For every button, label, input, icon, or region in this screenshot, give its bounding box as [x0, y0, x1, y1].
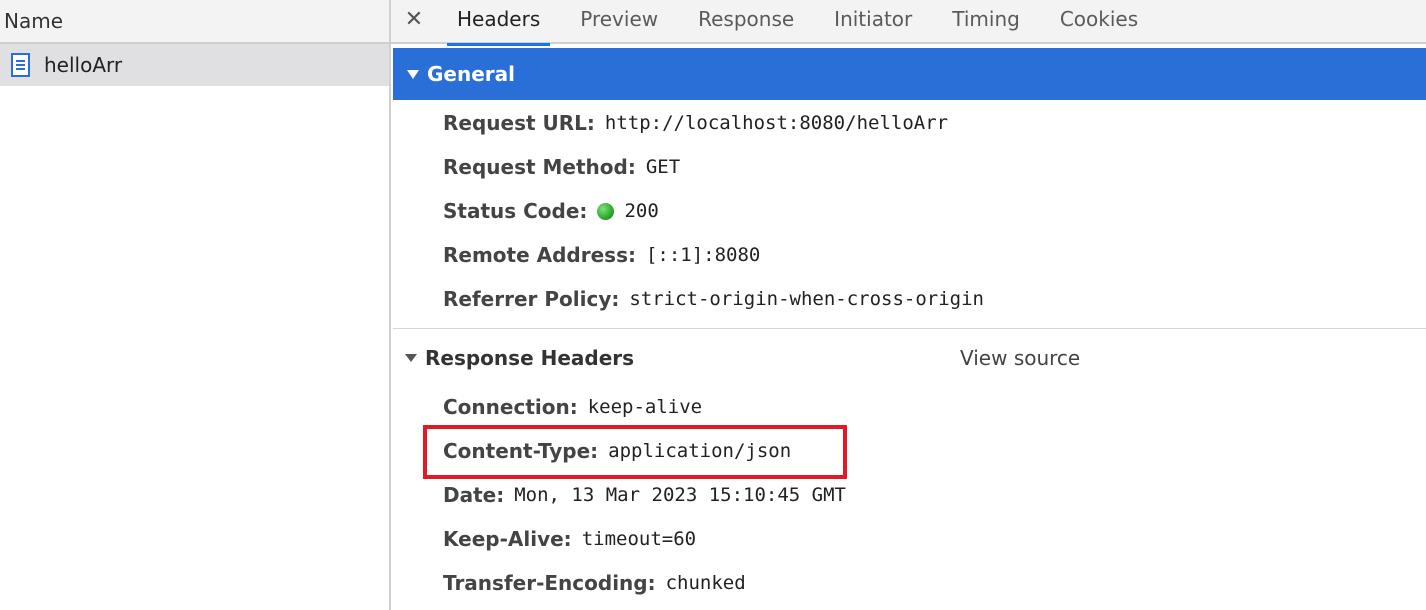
document-icon	[10, 52, 32, 78]
content-type-highlight-box	[423, 425, 847, 479]
expand-triangle-icon	[405, 354, 417, 362]
tab-cookies[interactable]: Cookies	[1040, 0, 1158, 42]
response-headers-title: Response Headers	[425, 346, 635, 370]
general-section-title: General	[427, 62, 515, 86]
header-row-referrer-policy: Referrer Policy: strict-origin-when-cros…	[443, 287, 984, 311]
header-row-request-method: Request Method: GET	[443, 155, 681, 179]
details-tabbar: ✕ Headers Preview Response Initiator Tim…	[391, 0, 1426, 46]
view-source-link[interactable]: View source	[960, 336, 1080, 380]
tab-response[interactable]: Response	[678, 0, 814, 42]
request-list-panel: Name helloArr	[0, 0, 391, 610]
general-section-header[interactable]: General	[393, 48, 1426, 100]
tab-initiator[interactable]: Initiator	[814, 0, 932, 42]
header-row-keep-alive: Keep-Alive: timeout=60	[443, 527, 697, 551]
header-row-remote-address: Remote Address: [::1]:8080	[443, 243, 761, 267]
name-column-label: Name	[4, 9, 64, 33]
general-rows: Request URL: http://localhost:8080/hello…	[443, 101, 984, 321]
close-icon[interactable]: ✕	[391, 0, 437, 42]
status-ok-icon	[597, 202, 615, 220]
header-row-status-code: Status Code: 200	[443, 199, 659, 223]
expand-triangle-icon	[407, 69, 419, 79]
name-column-header[interactable]: Name	[0, 0, 389, 44]
response-header-rows: Connection: keep-alive Content-Type: app…	[443, 385, 846, 605]
section-divider	[393, 328, 1426, 329]
tab-timing[interactable]: Timing	[932, 0, 1040, 42]
request-details-panel: ✕ Headers Preview Response Initiator Tim…	[391, 0, 1426, 610]
header-row-connection: Connection: keep-alive	[443, 395, 703, 419]
header-row-transfer-encoding: Transfer-Encoding: chunked	[443, 571, 746, 595]
request-row-helloArr[interactable]: helloArr	[0, 44, 389, 86]
header-row-request-url: Request URL: http://localhost:8080/hello…	[443, 111, 949, 135]
tab-headers[interactable]: Headers	[437, 0, 560, 46]
tab-preview[interactable]: Preview	[560, 0, 678, 42]
request-name: helloArr	[44, 53, 123, 77]
header-row-date: Date: Mon, 13 Mar 2023 15:10:45 GMT	[443, 483, 846, 507]
